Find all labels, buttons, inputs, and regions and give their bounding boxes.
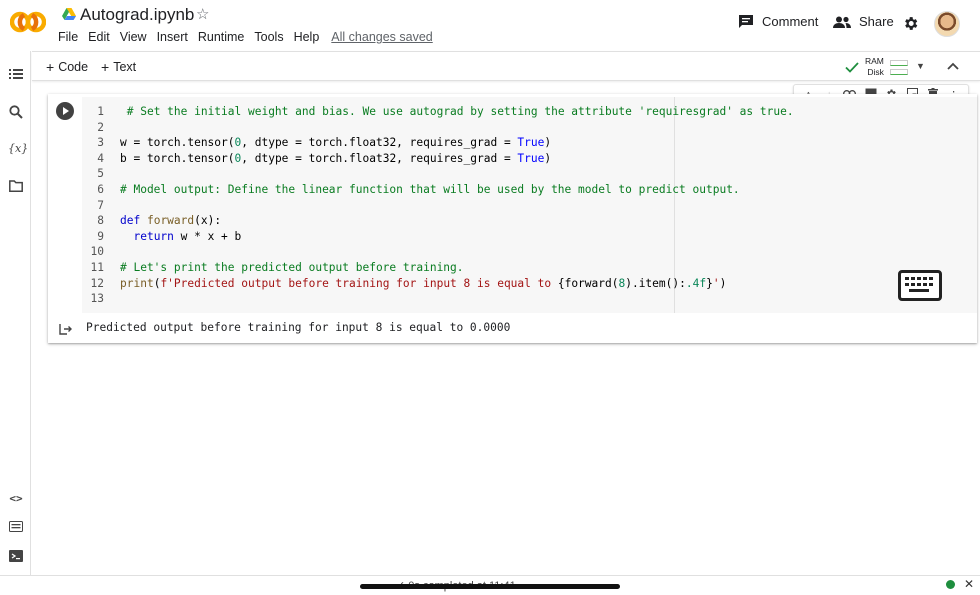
code-cell[interactable]: 1 2 3 4 5 6 7 8 9 10 11 12 13 # Set the … <box>48 94 977 343</box>
save-status-link[interactable]: All changes saved <box>331 30 432 44</box>
add-text-button[interactable]: + Text <box>101 59 136 75</box>
comment-label: Comment <box>762 14 819 29</box>
ram-label: RAM <box>865 56 884 66</box>
code-line-9: return w * x + b <box>133 229 242 243</box>
chevron-down-icon[interactable]: ▼ <box>916 61 925 71</box>
top-bar: Autograd.ipynb ☆ File Edit View Insert R… <box>0 0 980 50</box>
notebook-title[interactable]: Autograd.ipynb <box>80 5 194 25</box>
command-palette-icon[interactable] <box>8 521 24 537</box>
collapse-header-icon[interactable] <box>947 58 959 73</box>
comment-icon <box>739 15 753 28</box>
comment-button[interactable]: Comment <box>738 14 818 29</box>
line-number: 5 <box>97 167 104 181</box>
ram-bar <box>889 59 908 66</box>
line-numbers: 1 2 3 4 5 6 7 8 9 10 11 12 13 <box>82 104 104 307</box>
user-avatar[interactable] <box>934 11 960 37</box>
run-cell-button[interactable] <box>56 102 74 120</box>
share-button[interactable]: Share <box>833 14 894 29</box>
code-line-3: w = torch.tensor(0, dtype = torch.float3… <box>120 136 552 150</box>
code-line-1: # Set the initial weight and bias. We us… <box>126 105 794 118</box>
line-number: 6 <box>97 182 104 196</box>
line-number: 9 <box>97 229 104 243</box>
share-label: Share <box>859 14 894 29</box>
menu-view[interactable]: View <box>120 30 147 44</box>
line-number: 2 <box>97 120 104 134</box>
menu-tools[interactable]: Tools <box>254 30 283 44</box>
add-code-label: Code <box>58 60 89 74</box>
left-sidebar: {x} <> <box>0 51 31 575</box>
add-text-label: Text <box>113 60 137 74</box>
line-number: 7 <box>97 198 104 212</box>
menu-file[interactable]: File <box>58 30 78 44</box>
plus-icon: + <box>46 59 55 75</box>
code-line-8: def forward(x): <box>120 214 222 228</box>
variables-icon[interactable]: {x} <box>8 142 28 158</box>
resource-labels: RAM Disk <box>865 56 884 78</box>
code-line-4: b = torch.tensor(0, dtype = torch.float3… <box>120 151 552 165</box>
google-drive-icon <box>62 8 76 20</box>
line-number: 4 <box>97 151 104 165</box>
line-number: 3 <box>97 136 104 150</box>
search-icon[interactable] <box>8 105 24 121</box>
code-line-6: # Model output: Define the linear functi… <box>120 182 740 196</box>
people-icon <box>833 16 851 28</box>
notebook-toolbar: + Code + Text RAM Disk ▼ <box>32 51 980 81</box>
menu-runtime[interactable]: Runtime <box>198 30 245 44</box>
code-text[interactable]: # Set the initial weight and bias. We us… <box>120 104 794 307</box>
plus-icon: + <box>101 59 110 75</box>
close-icon[interactable]: ✕ <box>964 577 974 591</box>
table-of-contents-icon[interactable] <box>8 68 24 84</box>
line-number: 11 <box>90 260 104 274</box>
disk-label: Disk <box>867 67 884 77</box>
connected-status-dot <box>946 580 955 589</box>
line-number: 1 <box>97 105 104 118</box>
settings-gear-icon[interactable] <box>902 15 919 32</box>
code-line-11: # Let's print the predicted output befor… <box>120 260 464 274</box>
colab-logo[interactable] <box>10 9 46 35</box>
line-number: 8 <box>97 214 104 228</box>
terminal-icon[interactable] <box>8 550 24 566</box>
menu-bar: File Edit View Insert Runtime Tools Help… <box>58 30 443 44</box>
resources-indicator[interactable]: RAM Disk <box>845 56 908 78</box>
line-number: 12 <box>90 276 104 290</box>
add-code-button[interactable]: + Code <box>46 59 88 75</box>
output-text: Predicted output before training for inp… <box>86 321 511 334</box>
star-icon[interactable]: ☆ <box>196 5 209 23</box>
menu-insert[interactable]: Insert <box>157 30 188 44</box>
line-number: 13 <box>90 292 104 306</box>
files-folder-icon[interactable] <box>8 180 24 196</box>
code-editor[interactable]: 1 2 3 4 5 6 7 8 9 10 11 12 13 # Set the … <box>82 97 977 313</box>
line-number: 10 <box>90 245 104 259</box>
cell-output: Predicted output before training for inp… <box>48 315 977 343</box>
disk-bar <box>889 68 908 75</box>
code-snippets-icon[interactable]: <> <box>8 492 24 508</box>
code-line-12: print(f'Predicted output before training… <box>120 276 727 290</box>
menu-help[interactable]: Help <box>294 30 320 44</box>
checkmark-icon <box>845 61 859 73</box>
keyboard-icon[interactable] <box>898 270 942 301</box>
output-clear-icon[interactable] <box>59 323 72 338</box>
resource-bars <box>889 59 908 75</box>
home-indicator <box>360 584 620 589</box>
menu-edit[interactable]: Edit <box>88 30 110 44</box>
